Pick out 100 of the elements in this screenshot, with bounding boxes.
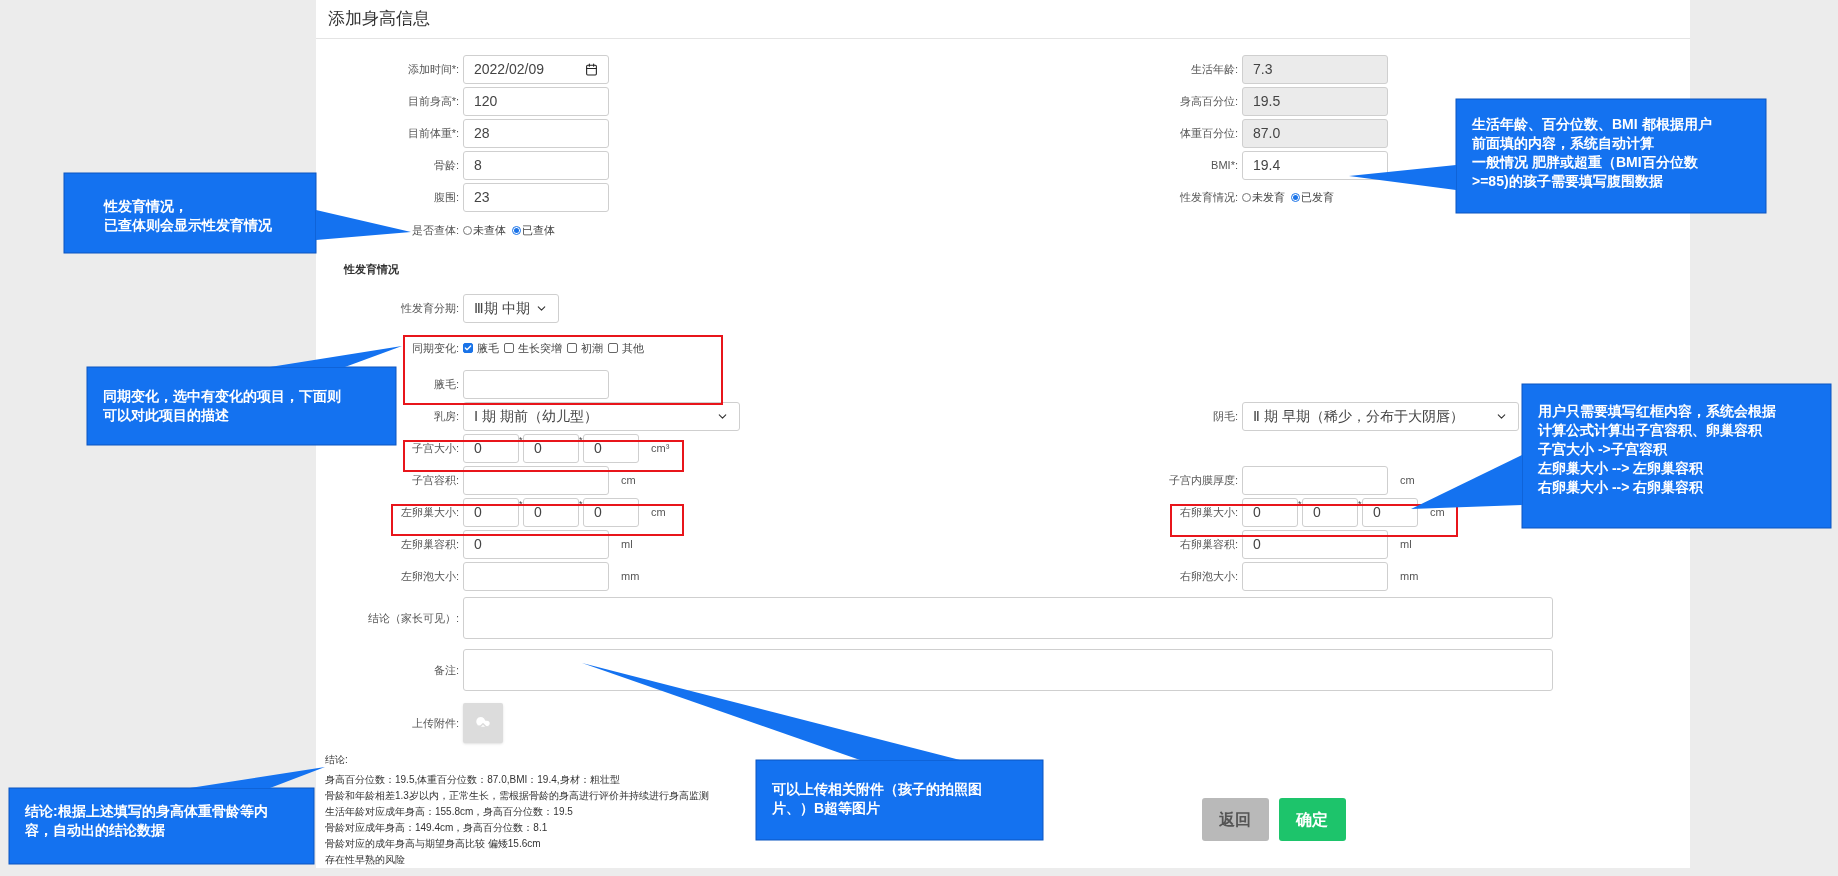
unit-label: cm (1400, 472, 1415, 488)
field-label: 体重百分位: (1178, 125, 1239, 141)
field-label: 腹围: (432, 189, 460, 205)
input-field[interactable]: 8 (463, 150, 609, 180)
input-field[interactable] (1242, 465, 1388, 495)
input-field[interactable] (463, 369, 609, 399)
separator-mark: * (579, 433, 583, 446)
radio-option[interactable]: 未查体 (463, 222, 506, 239)
field-label: 身高百分位: (1178, 93, 1239, 109)
input-field[interactable]: 19.4 (1242, 150, 1388, 180)
conclusion-line: 身高百分位数：19.5,体重百分位数：87.0,BMI：19.4,身材：粗壮型 (325, 773, 621, 787)
input-field[interactable]: 7.3 (1242, 54, 1388, 84)
conclusion-line: 骨龄对应成年身高：149.4cm，身高百分位数：8.1 (325, 821, 549, 835)
callout-text: 计算公式计算出子宫容积、卵巢容积 (1538, 421, 1762, 440)
input-field[interactable] (463, 561, 609, 591)
field-label: 目前体重*: (406, 125, 460, 141)
input-field[interactable]: 0 (463, 529, 609, 559)
separator-mark: * (519, 497, 523, 510)
radio-option[interactable]: 未发育 (1242, 188, 1285, 206)
input-field[interactable]: 87.0 (1242, 118, 1388, 148)
callout-text: 性发育情况， (104, 197, 188, 216)
unit-label: mm (621, 568, 640, 584)
upload-button[interactable] (463, 703, 503, 743)
select-field[interactable]: Ⅱ 期 早期（稀少，分布于大阴唇） (1242, 401, 1519, 431)
checkbox-option[interactable]: 腋毛 (463, 339, 499, 357)
field-label: 左卵泡大小: (399, 568, 460, 584)
callout-text: 可以上传相关附件（孩子的拍照图 (772, 780, 982, 799)
unit-label: ml (621, 536, 633, 552)
input-field[interactable]: 0 (1242, 529, 1388, 559)
callout-text: >=85)的孩子需要填写腹围数据 (1472, 172, 1663, 191)
callout-text: 左卵巢大小 --> 左卵巢容积 (1538, 459, 1704, 478)
checkbox-option[interactable]: 初潮 (567, 339, 603, 357)
separator-mark: * (579, 497, 583, 510)
input-field[interactable]: 0 (1302, 497, 1358, 527)
calendar-icon (585, 62, 598, 76)
radio-option[interactable]: 已查体 (512, 222, 555, 239)
unit-label: cm (1430, 504, 1445, 520)
input-field[interactable]: 19.5 (1242, 86, 1388, 116)
input-field[interactable]: 0 (1242, 497, 1298, 527)
callout-text: 同期变化，选中有变化的项目，下面则 (103, 387, 341, 406)
input-field[interactable]: 0 (583, 433, 639, 463)
radio-option[interactable]: 已发育 (1291, 188, 1334, 206)
field-label: 是否查体: (410, 223, 460, 239)
input-field[interactable] (1242, 561, 1388, 591)
field-label: 右卵巢容积: (1178, 536, 1239, 552)
section-heading: 性发育情况 (344, 263, 399, 275)
field-label: 备注: (432, 662, 460, 678)
separator-mark: * (1298, 497, 1302, 510)
field-label: 子宫容积: (410, 472, 460, 488)
callout-text: 用户只需要填写红框内容，系统会根据 (1538, 402, 1776, 421)
input-field[interactable]: 0 (523, 497, 579, 527)
unit-label: mm (1400, 568, 1419, 584)
input-field[interactable]: 120 (463, 86, 609, 116)
input-field[interactable]: 0 (1362, 497, 1418, 527)
select-field[interactable]: Ⅰ 期 期前（幼儿型） (463, 401, 740, 431)
text-area[interactable] (463, 597, 1553, 639)
back-button[interactable]: 返回 (1201, 798, 1269, 841)
callout-text: 容，自动出的结论数据 (25, 821, 165, 840)
input-field[interactable]: 28 (463, 118, 609, 148)
checkbox-option[interactable]: 其他 (608, 339, 644, 357)
text-area[interactable] (463, 649, 1553, 691)
unit-label: cm (651, 504, 666, 520)
input-field[interactable]: 0 (583, 497, 639, 527)
field-label: 右卵泡大小: (1178, 568, 1239, 584)
input-field[interactable]: 0 (463, 497, 519, 527)
field-label: 上传附件: (410, 715, 460, 731)
callout-text: 可以对此项目的描述 (103, 406, 229, 425)
separator-mark: * (1358, 497, 1362, 510)
callout-text: 一般情况 肥胖或超重（BMI百分位数 (1472, 153, 1698, 172)
field-label: 乳房: (432, 408, 460, 424)
select-field[interactable]: Ⅲ期 中期 (463, 293, 559, 323)
field-label: 左卵巢容积: (399, 536, 460, 552)
field-label: BMI*: (1210, 157, 1239, 173)
unit-label: ml (1400, 536, 1412, 552)
callout-text: 结论:根据上述填写的身高体重骨龄等内 (25, 802, 268, 821)
field-label: 目前身高*: (406, 93, 460, 109)
conclusion-heading: 结论: (325, 753, 349, 767)
page-title: 添加身高信息 (328, 8, 430, 31)
field-label: 阴毛: (1211, 408, 1239, 424)
input-field[interactable]: 23 (463, 182, 609, 212)
field-label: 性发育分期: (399, 300, 460, 316)
field-label: 添加时间*: (406, 61, 460, 77)
callout-text: 生活年龄、百分位数、BMI 都根据用户 (1472, 115, 1712, 134)
field-label: 子宫大小: (410, 440, 460, 456)
callout-text: 子宫大小 ->子宫容积 (1538, 440, 1667, 459)
field-label: 性发育情况: (1178, 189, 1239, 205)
callout-text: 片、）B超等图片 (772, 799, 881, 818)
date-field[interactable]: 2022/02/09 (463, 54, 609, 84)
checkbox-option[interactable]: 生长突增 (504, 339, 562, 357)
callout-text: 右卵巢大小 --> 右卵巢容积 (1538, 478, 1704, 497)
conclusion-line: 存在性早熟的风险 (325, 853, 406, 867)
field-label: 结论（家长可见）: (366, 610, 460, 626)
conclusion-line: 骨龄对应的成年身高与期望身高比较 偏矮15.6cm (325, 837, 542, 851)
field-label: 子宫内膜厚度: (1167, 472, 1239, 488)
input-field[interactable]: 0 (463, 433, 519, 463)
input-field[interactable]: 0 (523, 433, 579, 463)
field-label: 骨龄: (432, 157, 460, 173)
field-label: 生活年龄: (1189, 61, 1239, 77)
unit-label: cm³ (651, 440, 670, 456)
input-field[interactable] (463, 465, 609, 495)
